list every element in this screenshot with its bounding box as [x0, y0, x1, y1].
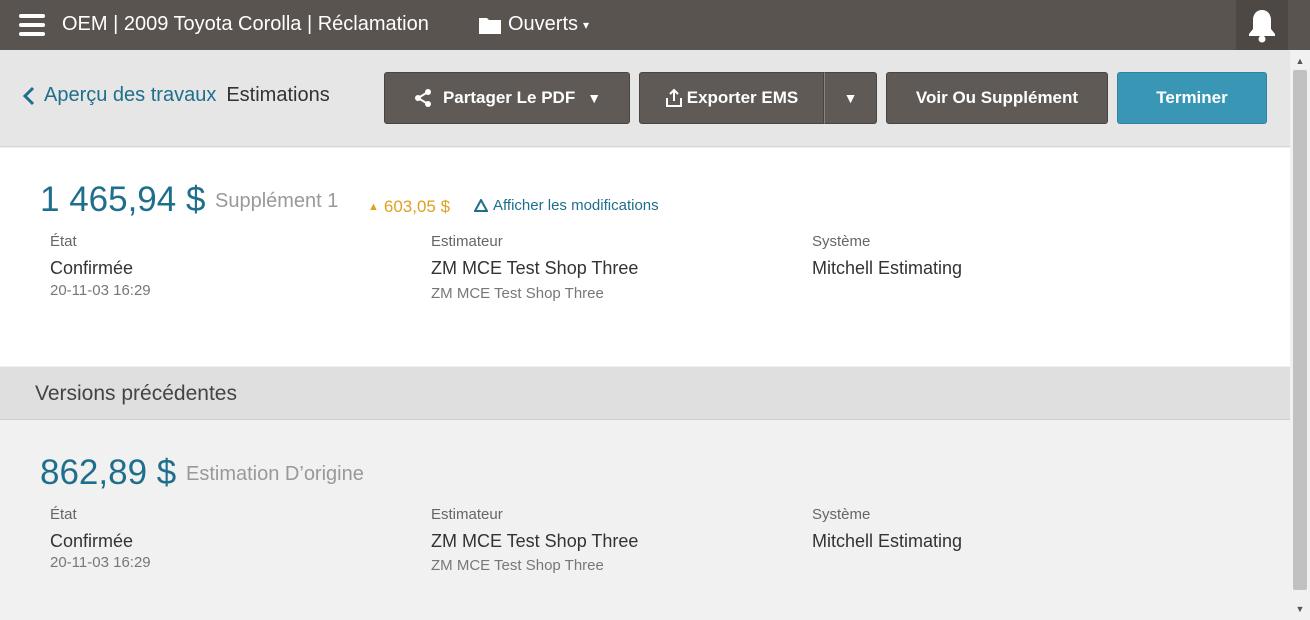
- estimator-label: Estimateur: [431, 233, 503, 250]
- current-estimate-panel: 1 465,94 $ Supplément 1 ▲ 603,05 $ Affic…: [0, 148, 1290, 366]
- caret-down-icon: ▼: [843, 90, 858, 106]
- state-label: État: [50, 233, 77, 250]
- caret-down-icon: ▼: [587, 90, 602, 106]
- top-bar: OEM | 2009 Toyota Corolla | Réclamation …: [0, 0, 1310, 50]
- show-changes-label: Afficher les modifications: [493, 197, 659, 214]
- breadcrumb: Aperçu des travaux Estimations: [22, 84, 330, 107]
- back-link-label: Aperçu des travaux: [44, 84, 217, 106]
- state-value: Confirmée: [50, 258, 134, 278]
- delta-amount: ▲ 603,05 $: [368, 197, 450, 217]
- export-ems-button[interactable]: Exporter EMS: [639, 72, 824, 124]
- share-pdf-label: Partager Le PDF: [442, 88, 576, 107]
- scroll-thumb[interactable]: [1293, 70, 1307, 590]
- state-date: 20-11-03 16:29: [50, 282, 151, 299]
- estimate-type-label: Estimation D’origine: [186, 463, 364, 485]
- folder-dropdown[interactable]: Ouverts ▾: [478, 13, 589, 36]
- menu-icon[interactable]: [19, 14, 45, 36]
- bell-icon: [1249, 10, 1275, 43]
- scroll-up-icon[interactable]: ▲: [1290, 54, 1310, 68]
- notifications-button[interactable]: [1236, 0, 1288, 50]
- estimate-type-label: Supplément 1: [215, 190, 339, 212]
- view-supplement-label: Voir Ou Supplément: [915, 88, 1079, 107]
- finish-button[interactable]: Terminer: [1117, 72, 1267, 124]
- share-icon: [414, 89, 431, 107]
- export-options-button[interactable]: ▼: [824, 72, 877, 124]
- folder-icon: [479, 17, 501, 34]
- folder-dropdown-label: Ouverts: [508, 13, 579, 35]
- share-pdf-button[interactable]: Partager Le PDF ▼: [384, 72, 630, 124]
- system-value: Mitchell Estimating: [812, 531, 963, 551]
- state-value: Confirmée: [50, 531, 134, 551]
- increase-icon: ▲: [368, 201, 379, 213]
- estimate-amount: 1 465,94 $: [40, 180, 206, 219]
- system-value: Mitchell Estimating: [812, 258, 963, 278]
- delta-value: 603,05 $: [383, 197, 451, 216]
- page-title: OEM | 2009 Toyota Corolla | Réclamation: [62, 13, 429, 35]
- previous-versions-header: Versions précédentes: [0, 367, 1290, 420]
- state-label: État: [50, 506, 77, 523]
- system-label: Système: [812, 506, 871, 523]
- state-date: 20-11-03 16:29: [50, 554, 151, 571]
- show-changes-link[interactable]: Afficher les modifications: [474, 197, 659, 214]
- previous-estimate-panel: 862,89 $ Estimation D’origine État Confi…: [0, 421, 1290, 620]
- chevron-down-icon: ▾: [583, 17, 590, 32]
- section-title: Versions précédentes: [35, 382, 237, 405]
- vertical-scrollbar[interactable]: ▲ ▼: [1290, 50, 1310, 620]
- system-label: Système: [812, 233, 871, 250]
- export-icon: [665, 88, 682, 107]
- estimator-value: ZM MCE Test Shop Three: [431, 531, 639, 551]
- breadcrumb-current: Estimations: [226, 84, 330, 106]
- estimator-value: ZM MCE Test Shop Three: [431, 258, 639, 278]
- back-link[interactable]: Aperçu des travaux: [22, 84, 216, 107]
- estimator-sub: ZM MCE Test Shop Three: [431, 557, 604, 574]
- chevron-left-icon: [22, 86, 35, 105]
- delta-icon: [474, 199, 488, 212]
- export-ems-label: Exporter EMS: [686, 88, 799, 107]
- estimator-sub: ZM MCE Test Shop Three: [431, 285, 604, 302]
- scroll-down-icon[interactable]: ▼: [1290, 602, 1310, 616]
- view-supplement-button[interactable]: Voir Ou Supplément: [886, 72, 1108, 124]
- finish-label: Terminer: [1156, 88, 1228, 107]
- page-header: Aperçu des travaux Estimations Partager …: [0, 50, 1290, 147]
- estimate-amount: 862,89 $: [40, 453, 177, 492]
- estimator-label: Estimateur: [431, 506, 503, 523]
